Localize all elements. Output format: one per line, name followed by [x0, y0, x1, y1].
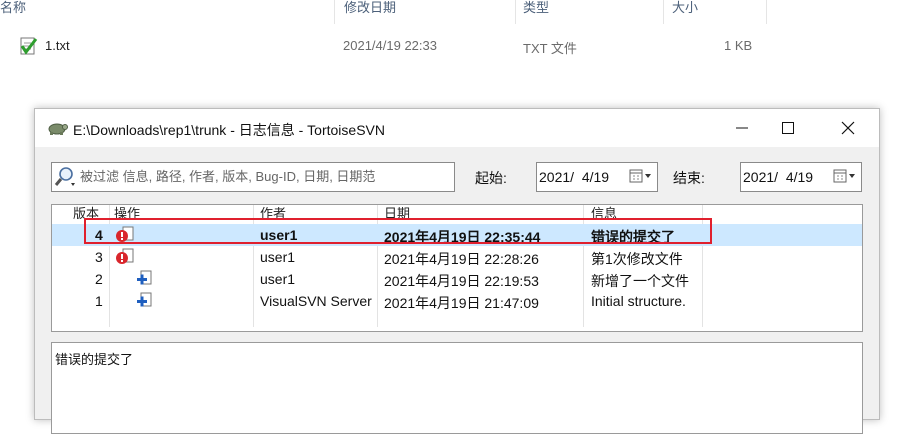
revision-number: 3 — [95, 249, 103, 265]
filter-input[interactable] — [80, 165, 450, 187]
highlight-annotation-box — [84, 218, 712, 244]
revision-date: 2021年4月19日 22:28:26 — [384, 251, 539, 267]
log-message-text: 错误的提交了 — [55, 352, 134, 367]
column-divider[interactable] — [334, 0, 335, 24]
revision-author: VisualSVN Server — [260, 293, 372, 309]
minimize-icon — [736, 127, 748, 129]
maximize-icon — [782, 122, 794, 134]
log-message-pane[interactable]: 错误的提交了 — [51, 342, 863, 434]
revision-date: 2021年4月19日 22:19:53 — [384, 273, 539, 289]
calendar-dropdown-icon[interactable] — [833, 169, 857, 186]
dialog-body: 起始: 2021/ 4/19 结束: 2021/ 4/19 — [35, 147, 879, 434]
revision-message: 第1次修改文件 — [591, 251, 683, 267]
revision-number: 1 — [95, 293, 103, 309]
column-name[interactable]: 名称 — [0, 0, 26, 22]
file-type: TXT 文件 — [523, 41, 577, 56]
column-divider[interactable] — [766, 0, 767, 24]
calendar-dropdown-icon[interactable] — [629, 169, 653, 186]
file-row[interactable]: 1.txt 2021/4/19 22:33 TXT 文件 1 KB — [0, 34, 899, 58]
start-label: 起始: — [475, 170, 507, 186]
maximize-button[interactable] — [765, 109, 811, 147]
tortoise-icon — [46, 120, 68, 136]
end-date-picker[interactable]: 2021/ 4/19 — [740, 162, 862, 192]
column-modified[interactable]: 修改日期 — [344, 0, 396, 22]
revision-message: Initial structure. — [591, 293, 686, 309]
added-icon — [135, 270, 155, 291]
end-label: 结束: — [673, 170, 705, 186]
revision-date: 2021年4月19日 21:47:09 — [384, 295, 539, 311]
file-name: 1.txt — [45, 38, 70, 53]
revision-author: user1 — [260, 271, 296, 287]
column-size[interactable]: 大小 — [672, 0, 698, 22]
start-date-picker[interactable]: 2021/ 4/19 — [536, 162, 658, 192]
revision-row[interactable]: 3 user1 2021年4月19日 22:28:26 第1次修改文件 — [52, 246, 862, 268]
file-size: 1 KB — [724, 38, 753, 53]
revision-message: 新增了一个文件 — [591, 273, 689, 289]
revision-row[interactable]: 2 user1 2021年4月19日 22:19:53 新增了一个文件 — [52, 268, 862, 290]
column-divider[interactable] — [663, 0, 664, 24]
search-icon[interactable] — [54, 166, 78, 191]
start-date-value: 2021/ 4/19 — [539, 169, 610, 185]
column-divider[interactable] — [515, 0, 516, 24]
log-dialog: E:\Downloads\rep1\trunk - 日志信息 - Tortois… — [34, 108, 880, 434]
filter-box[interactable] — [51, 162, 455, 192]
dialog-title: E:\Downloads\rep1\trunk - 日志信息 - Tortois… — [73, 122, 385, 138]
close-button[interactable] — [825, 109, 871, 147]
end-date-value: 2021/ 4/19 — [743, 169, 814, 185]
revision-number: 2 — [95, 271, 103, 287]
close-icon — [841, 121, 855, 135]
title-bar[interactable]: E:\Downloads\rep1\trunk - 日志信息 - Tortois… — [35, 109, 879, 147]
minimize-button[interactable] — [719, 109, 765, 147]
error-modified-icon — [115, 248, 135, 269]
revision-author: user1 — [260, 249, 296, 265]
column-type[interactable]: 类型 — [523, 0, 549, 22]
added-icon — [135, 292, 155, 313]
explorer-column-header: 名称 修改日期 类型 大小 — [0, 0, 899, 24]
revision-row[interactable]: 1 VisualSVN Server 2021年4月19日 21:47:09 I… — [52, 290, 862, 312]
file-modified: 2021/4/19 22:33 — [343, 38, 437, 53]
text-file-modified-icon — [19, 36, 39, 59]
